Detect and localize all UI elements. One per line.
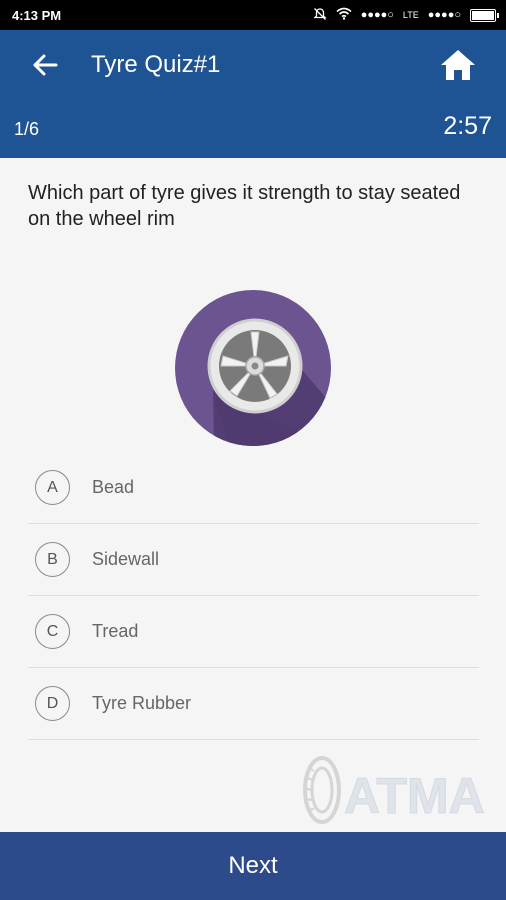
home-icon	[441, 50, 475, 80]
question-progress: 1/6	[14, 119, 40, 139]
answer-options: A Bead B Sidewall C Tread D Tyre Rubber	[28, 452, 479, 740]
option-letter: C	[35, 614, 70, 649]
countdown-timer: 2:57	[443, 112, 492, 140]
toolbar: Tyre Quiz#1	[0, 30, 506, 100]
arrow-left-icon	[33, 54, 58, 76]
wheel-rim-icon	[175, 290, 331, 446]
next-button[interactable]: Next	[0, 832, 506, 900]
option-label: Sidewall	[92, 549, 160, 569]
option-label: Tread	[92, 621, 139, 641]
option-letter: D	[35, 686, 70, 721]
status-time: 4:13 PM	[12, 7, 62, 23]
back-button[interactable]	[28, 50, 62, 80]
option-b[interactable]: B Sidewall	[28, 524, 479, 596]
atma-logo: ATMA	[300, 755, 492, 825]
option-a[interactable]: A Bead	[28, 452, 479, 524]
option-d[interactable]: D Tyre Rubber	[28, 668, 479, 740]
home-button[interactable]	[440, 48, 476, 82]
quiz-screen: 4:13 PM ●●●●○ LTE ●●●●○ Tyre Quiz#1 1/6 …	[0, 0, 506, 900]
option-label: Bead	[92, 477, 135, 497]
status-bar: 4:13 PM ●●●●○ LTE ●●●●○	[0, 0, 506, 30]
signal-strength-2: ●●●●○	[427, 9, 461, 21]
signal-strength-1: ●●●●○	[360, 9, 394, 21]
option-letter: B	[35, 542, 70, 577]
option-letter: A	[35, 470, 70, 505]
network-type-label: LTE	[402, 9, 419, 20]
battery-icon	[470, 8, 499, 22]
status-icons: ●●●●○ LTE ●●●●○	[313, 7, 499, 24]
question-text: Which part of tyre gives it strength to …	[28, 182, 461, 230]
logo-text: ATMA	[344, 768, 485, 824]
page-title: Tyre Quiz#1	[91, 51, 221, 78]
app-header: Tyre Quiz#1 1/6 2:57	[0, 30, 506, 158]
option-c[interactable]: C Tread	[28, 596, 479, 668]
wifi-icon	[336, 7, 352, 23]
mute-icon	[313, 7, 327, 24]
option-label: Tyre Rubber	[92, 693, 192, 713]
